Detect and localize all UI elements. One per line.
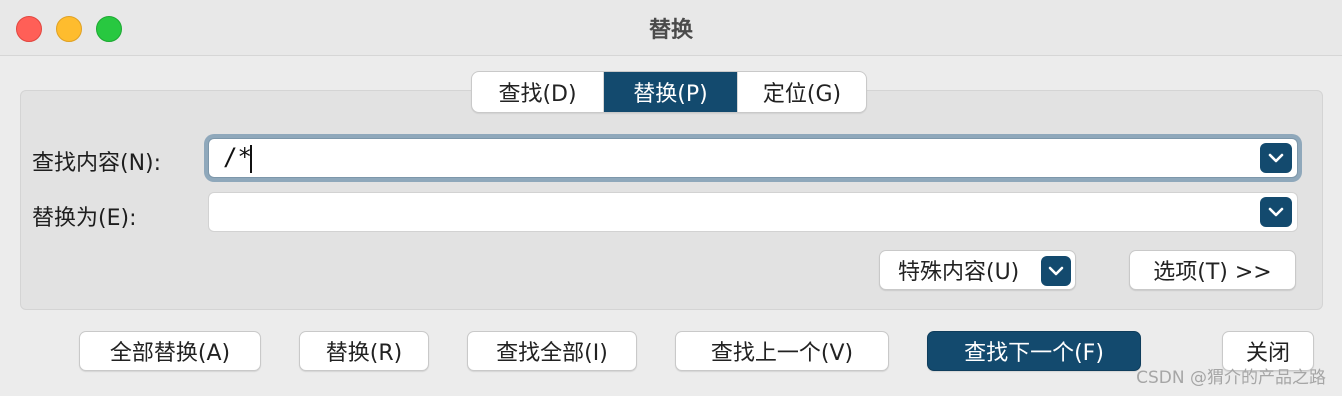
replace-input[interactable] [208, 192, 1298, 232]
text-cursor [250, 145, 252, 173]
tab-find[interactable]: 查找(D) [472, 72, 604, 112]
find-next-button[interactable]: 查找下一个(F) [927, 331, 1141, 371]
find-label: 查找内容(N): [32, 151, 162, 176]
tab-replace[interactable]: 替换(P) [604, 72, 737, 112]
find-input-value: /* [223, 143, 252, 171]
replace-label: 替换为(E): [32, 206, 137, 231]
tab-goto[interactable]: 定位(G) [737, 72, 866, 112]
chevron-down-icon [1048, 266, 1064, 276]
special-content-button[interactable]: 特殊内容(U) [879, 250, 1076, 290]
tab-bar: 查找(D) 替换(P) 定位(G) [471, 71, 867, 113]
find-history-dropdown[interactable] [1260, 143, 1292, 173]
options-button[interactable]: 选项(T) >> [1129, 250, 1296, 290]
special-content-label: 特殊内容(U) [898, 260, 1020, 285]
replace-all-button[interactable]: 全部替换(A) [79, 331, 261, 371]
replace-button[interactable]: 替换(R) [299, 331, 429, 371]
chevron-down-icon [1268, 153, 1284, 163]
find-input[interactable]: /* [208, 138, 1298, 178]
find-previous-button[interactable]: 查找上一个(V) [675, 331, 889, 371]
title-bar: 替换 [0, 0, 1342, 56]
watermark: CSDN @猬介的产品之路 [1136, 368, 1326, 388]
special-content-dropdown[interactable] [1041, 256, 1071, 286]
replace-history-dropdown[interactable] [1260, 197, 1292, 227]
window-title: 替换 [648, 18, 693, 43]
find-all-button[interactable]: 查找全部(I) [467, 331, 637, 371]
chevron-down-icon [1268, 207, 1284, 217]
